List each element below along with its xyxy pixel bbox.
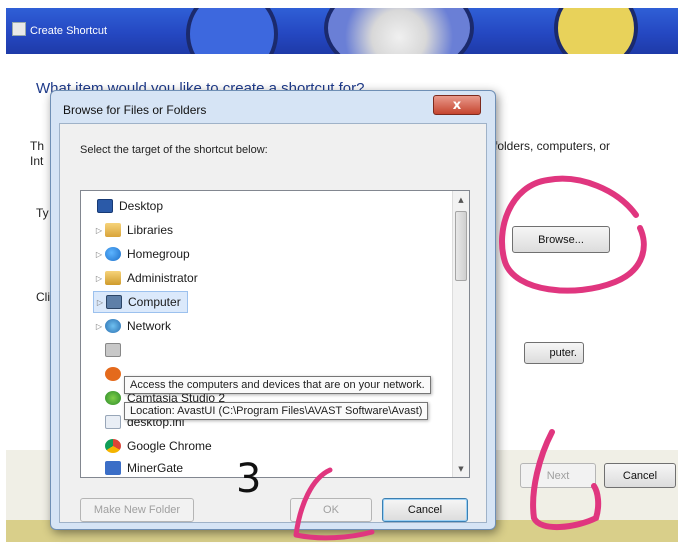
- expand-arrow-icon[interactable]: ▷: [93, 226, 105, 235]
- chrome-icon: [105, 439, 121, 453]
- tree-item-label: Google Chrome: [127, 439, 212, 453]
- tree-item-shortcut[interactable]: [105, 339, 127, 361]
- close-icon: x: [452, 97, 462, 113]
- tree-item-homegroup[interactable]: ▷ Homegroup: [93, 243, 190, 265]
- make-new-folder-button[interactable]: Make New Folder: [80, 498, 194, 522]
- tree-item-label: Network: [127, 319, 172, 333]
- wizard-title-bar: Create Shortcut: [6, 8, 678, 54]
- step-number: 3: [236, 456, 262, 502]
- location-tooltip: Location: AvastUI (C:\Program Files\AVAS…: [124, 402, 429, 420]
- expand-arrow-icon[interactable]: ▷: [94, 298, 106, 307]
- tree-item-label: Desktop: [119, 199, 164, 213]
- dialog-prompt: Select the target of the shortcut below:: [80, 144, 268, 156]
- shortcut-icon: [105, 343, 121, 357]
- banner-emblem-center: [324, 8, 474, 54]
- avast-icon: [105, 367, 121, 381]
- expand-arrow-icon[interactable]: ▷: [93, 274, 105, 283]
- ini-file-icon: [105, 415, 121, 429]
- network-icon: [105, 319, 121, 333]
- wizard-title: Create Shortcut: [30, 25, 108, 37]
- tree-item-desktop[interactable]: Desktop: [85, 195, 163, 217]
- browse-button[interactable]: Browse...: [512, 226, 610, 253]
- network-tooltip: Access the computers and devices that ar…: [124, 376, 431, 394]
- tree-item-label: MinerGate: [127, 461, 184, 475]
- scroll-thumb[interactable]: [455, 211, 467, 281]
- folder-tree[interactable]: Desktop ▷ Libraries ▷ Homegroup ▷ Admini…: [80, 190, 470, 478]
- minergate-icon: [105, 461, 121, 475]
- wizard-description-fragment: Th: [30, 139, 45, 153]
- wizard-type-label: Ty: [36, 206, 49, 220]
- desktop-icon: [97, 199, 113, 213]
- tree-item-computer[interactable]: ▷ Computer: [93, 291, 188, 313]
- expand-arrow-icon[interactable]: ▷: [93, 250, 105, 259]
- computer-button[interactable]: puter.: [524, 342, 584, 364]
- scroll-up-icon[interactable]: ▲: [453, 191, 469, 208]
- tree-item-label: Administrator: [127, 271, 198, 285]
- tree-item-chrome[interactable]: Google Chrome: [105, 435, 212, 457]
- dialog-title: Browse for Files or Folders: [63, 103, 207, 117]
- ok-button[interactable]: OK: [290, 498, 372, 522]
- browse-dialog: Browse for Files or Folders x Select the…: [50, 90, 496, 530]
- close-button[interactable]: x: [433, 95, 481, 115]
- tree-item-network[interactable]: ▷ Network: [93, 315, 171, 337]
- libraries-icon: [105, 223, 121, 237]
- next-button[interactable]: Next: [520, 463, 596, 488]
- banner-emblem-left: [186, 8, 278, 54]
- banner-emblem-right: [554, 8, 638, 54]
- homegroup-icon: [105, 247, 121, 261]
- tree-item-minergate[interactable]: MinerGate: [105, 457, 184, 477]
- dialog-body: Select the target of the shortcut below:…: [59, 123, 487, 523]
- wizard-click-label: Cli: [36, 290, 50, 304]
- scroll-down-icon[interactable]: ▼: [453, 460, 469, 477]
- tree-item-libraries[interactable]: ▷ Libraries: [93, 219, 173, 241]
- tree-item-administrator[interactable]: ▷ Administrator: [93, 267, 198, 289]
- computer-icon: [106, 295, 122, 309]
- camtasia-icon: [105, 391, 121, 405]
- wizard-description: folders, computers, or: [494, 139, 611, 153]
- user-folder-icon: [105, 271, 121, 285]
- tree-item-label: Libraries: [127, 223, 174, 237]
- dialog-cancel-button[interactable]: Cancel: [382, 498, 468, 522]
- wizard-cancel-button[interactable]: Cancel: [604, 463, 676, 488]
- tree-scrollbar[interactable]: ▲ ▼: [452, 191, 469, 477]
- tree-item-label: Homegroup: [127, 247, 190, 261]
- wizard-description-fragment-2: Int: [30, 154, 44, 168]
- tree-item-label: Computer: [128, 295, 181, 309]
- expand-arrow-icon[interactable]: ▷: [93, 322, 105, 331]
- shortcut-wizard-icon: [12, 22, 26, 36]
